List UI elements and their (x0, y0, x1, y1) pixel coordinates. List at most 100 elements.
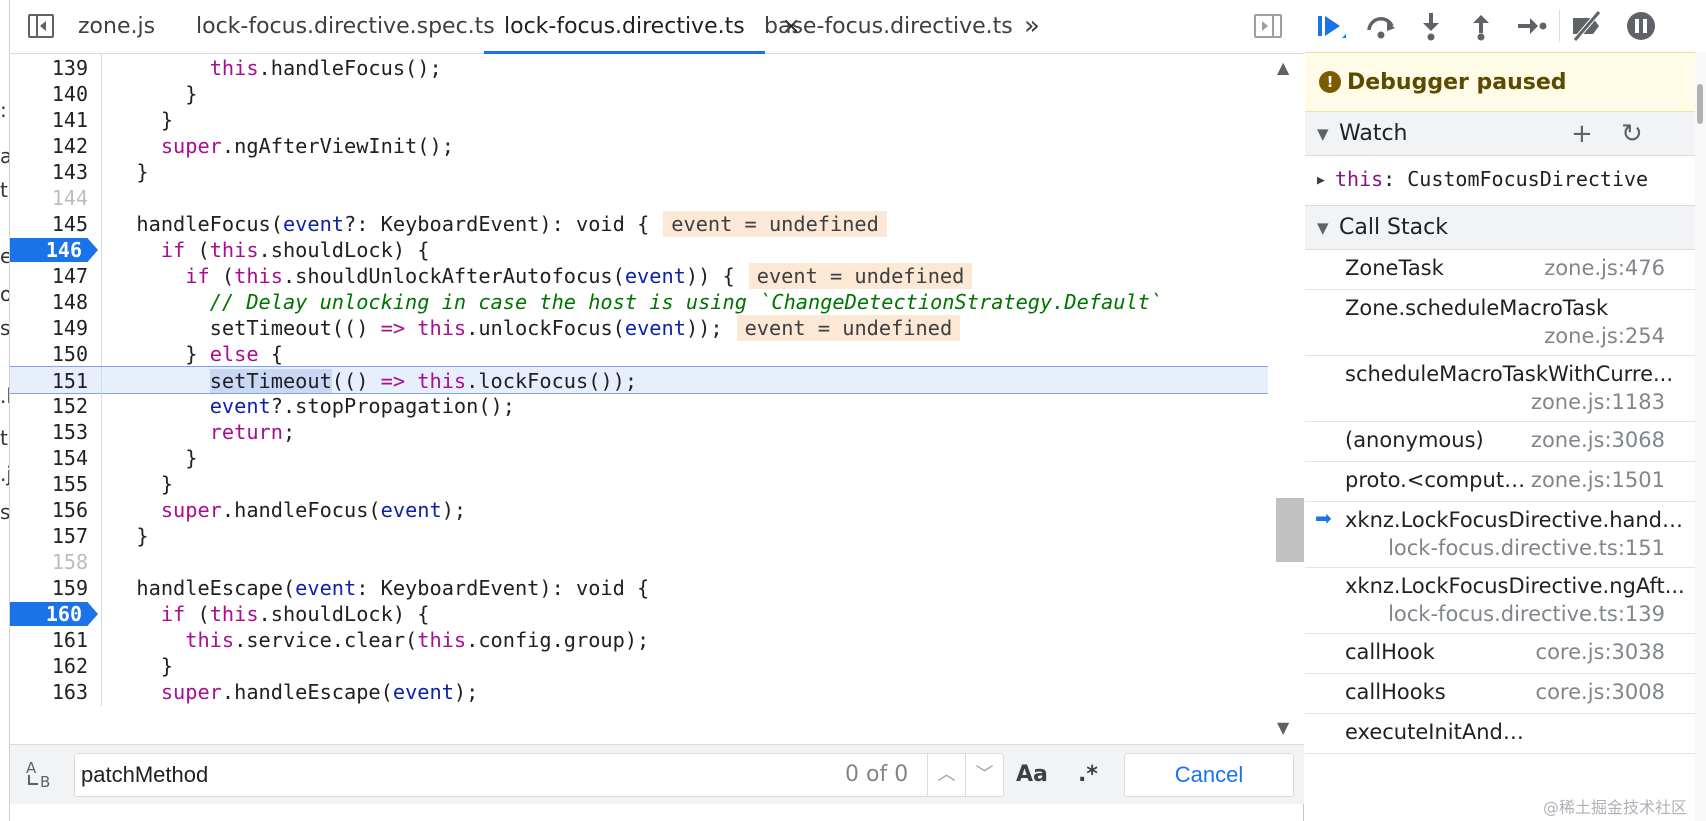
line-gutter[interactable]: 145 (10, 210, 102, 238)
callstack-frame[interactable]: callHooks core.js:3008 (1305, 674, 1695, 714)
code-line[interactable]: 142 super.ngAfterViewInit(); (10, 132, 1268, 160)
step-icon[interactable] (1513, 8, 1549, 44)
pause-on-exceptions-icon[interactable] (1623, 8, 1659, 44)
callstack-frame[interactable]: proto.<computed> zone.js:1501 (1305, 462, 1695, 502)
line-gutter[interactable]: 162 (10, 652, 102, 680)
scroll-thumb[interactable] (1276, 498, 1304, 562)
regex-button[interactable]: .* (1078, 755, 1098, 795)
watch-expression-row[interactable]: ▶ this: CustomFocusDirective (1305, 156, 1695, 206)
code-line[interactable]: 144 (10, 184, 1268, 212)
line-gutter[interactable]: 146 (10, 236, 102, 264)
code-line[interactable]: 146 if (this.shouldLock) { (10, 236, 1268, 264)
line-gutter[interactable]: 141 (10, 106, 102, 134)
line-gutter[interactable]: 155 (10, 470, 102, 498)
sidebar-scroll-thumb[interactable] (1697, 84, 1703, 124)
line-gutter[interactable]: 149 (10, 314, 102, 342)
step-into-icon[interactable] (1413, 8, 1449, 44)
callstack-section-header[interactable]: ▼ Call Stack (1305, 206, 1695, 250)
scroll-up-icon[interactable]: ▲ (1277, 58, 1289, 77)
scroll-down-icon[interactable]: ▼ (1277, 718, 1289, 737)
line-gutter[interactable]: 151 (10, 367, 102, 395)
frame-location[interactable]: core.js:3008 (1536, 678, 1665, 706)
line-gutter[interactable]: 157 (10, 522, 102, 550)
callstack-frame[interactable]: scheduleMacroTaskWithCurre... zone.js:118… (1305, 356, 1695, 422)
code-line[interactable]: 151 setTimeout(() => this.lockFocus()); (10, 366, 1268, 395)
code-line[interactable]: 161 this.service.clear(this.config.group… (10, 626, 1268, 654)
frame-location[interactable]: zone.js:1183 (1531, 388, 1665, 416)
add-watch-icon[interactable]: + (1571, 112, 1593, 156)
code-line[interactable]: 143 } (10, 158, 1268, 186)
line-gutter[interactable]: 153 (10, 418, 102, 446)
code-view[interactable]: 139 this.handleFocus(); 140 } 141 } 142 sup… (10, 54, 1268, 744)
toggle-navigator-icon[interactable] (28, 14, 54, 38)
cancel-button[interactable]: Cancel (1124, 753, 1294, 797)
frame-location[interactable]: zone.js:254 (1544, 322, 1665, 350)
deactivate-breakpoints-icon[interactable] (1569, 8, 1605, 44)
code-line[interactable]: 153 return; (10, 418, 1268, 446)
code-line[interactable]: 163 super.handleEscape(event); (10, 678, 1268, 706)
frame-location[interactable]: lock-focus.directive.ts:151 (1388, 534, 1665, 562)
code-line[interactable]: 149 setTimeout(() => this.unlockFocus(ev… (10, 314, 1268, 342)
code-line[interactable]: 148 // Delay unlocking in case the host … (10, 288, 1268, 316)
callstack-frame[interactable]: ZoneTask zone.js:476 (1305, 250, 1695, 290)
collapse-triangle-icon[interactable]: ▼ (1317, 206, 1329, 250)
line-gutter[interactable]: 150 (10, 340, 102, 368)
line-gutter[interactable]: 148 (10, 288, 102, 316)
tab-lock-focus-spec[interactable]: lock-focus.directive.spec.ts (196, 0, 495, 54)
callstack-frame[interactable]: executeInitAndCheckHooks (1305, 714, 1695, 754)
toggle-debugger-icon[interactable] (1254, 14, 1282, 38)
code-line[interactable]: 154 } (10, 444, 1268, 472)
code-line[interactable]: 162 } (10, 652, 1268, 680)
step-out-icon[interactable] (1463, 8, 1499, 44)
frame-location[interactable]: zone.js:1501 (1531, 466, 1665, 494)
code-line[interactable]: 139 this.handleFocus(); (10, 54, 1268, 82)
line-gutter[interactable]: 143 (10, 158, 102, 186)
callstack-frame[interactable]: callHook core.js:3038 (1305, 634, 1695, 674)
match-case-button[interactable]: Aa (1016, 755, 1048, 795)
line-gutter[interactable]: 147 (10, 262, 102, 290)
code-line[interactable]: 159 handleEscape(event: KeyboardEvent): … (10, 574, 1268, 602)
tab-zone-js[interactable]: zone.js (78, 0, 155, 54)
resume-icon[interactable] (1313, 8, 1349, 44)
callstack-frame[interactable]: (anonymous) zone.js:3068 (1305, 422, 1695, 462)
code-line[interactable]: 141 } (10, 106, 1268, 134)
frame-location[interactable]: zone.js:476 (1544, 254, 1665, 282)
watch-section-header[interactable]: ▼ Watch + ↻ (1305, 112, 1695, 156)
step-over-icon[interactable] (1363, 8, 1399, 44)
frame-location[interactable]: zone.js:3068 (1531, 426, 1665, 454)
search-next-icon[interactable]: ﹀ (965, 754, 1003, 796)
frame-location[interactable]: core.js:3038 (1536, 638, 1665, 666)
line-gutter[interactable]: 144 (10, 184, 102, 212)
line-gutter[interactable]: 159 (10, 574, 102, 602)
line-gutter[interactable]: 139 (10, 54, 102, 82)
code-line[interactable]: 145 handleFocus(event?: KeyboardEvent): … (10, 210, 1268, 238)
search-prev-icon[interactable]: ︿ (927, 754, 965, 796)
line-gutter[interactable]: 142 (10, 132, 102, 160)
code-line[interactable]: 158 (10, 548, 1268, 576)
code-line[interactable]: 152 event?.stopPropagation(); (10, 392, 1268, 420)
tab-base-focus-directive[interactable]: base-focus.directive.ts (764, 0, 1013, 54)
line-gutter[interactable]: 156 (10, 496, 102, 524)
sidebar-scrollbar[interactable] (1695, 52, 1706, 821)
code-line[interactable]: 156 super.handleFocus(event); (10, 496, 1268, 524)
breakpoint-marker[interactable]: 146 (10, 238, 98, 262)
refresh-watch-icon[interactable]: ↻ (1621, 112, 1643, 156)
code-line[interactable]: 150 } else { (10, 340, 1268, 368)
line-gutter[interactable]: 158 (10, 548, 102, 576)
line-gutter[interactable]: 154 (10, 444, 102, 472)
expand-triangle-icon[interactable]: ▶ (1317, 156, 1325, 206)
code-line[interactable]: 157 } (10, 522, 1268, 550)
frame-location[interactable]: lock-focus.directive.ts:139 (1388, 600, 1665, 628)
search-input[interactable] (81, 754, 841, 796)
replace-toggle-icon[interactable]: A B (26, 761, 58, 791)
code-line[interactable]: 147 if (this.shouldUnlockAfterAutofocus(… (10, 262, 1268, 290)
code-line[interactable]: 155 } (10, 470, 1268, 498)
code-line[interactable]: 160 if (this.shouldLock) { (10, 600, 1268, 628)
line-gutter[interactable]: 160 (10, 600, 102, 628)
line-gutter[interactable]: 161 (10, 626, 102, 654)
callstack-frame[interactable]: xknz.LockFocusDirective.ngAft... lock-foc… (1305, 568, 1695, 634)
tab-lock-focus-directive[interactable]: lock-focus.directive.ts (484, 0, 765, 54)
line-gutter[interactable]: 152 (10, 392, 102, 420)
line-gutter[interactable]: 140 (10, 80, 102, 108)
callstack-frame[interactable]: Zone.scheduleMacroTask zone.js:254 (1305, 290, 1695, 356)
